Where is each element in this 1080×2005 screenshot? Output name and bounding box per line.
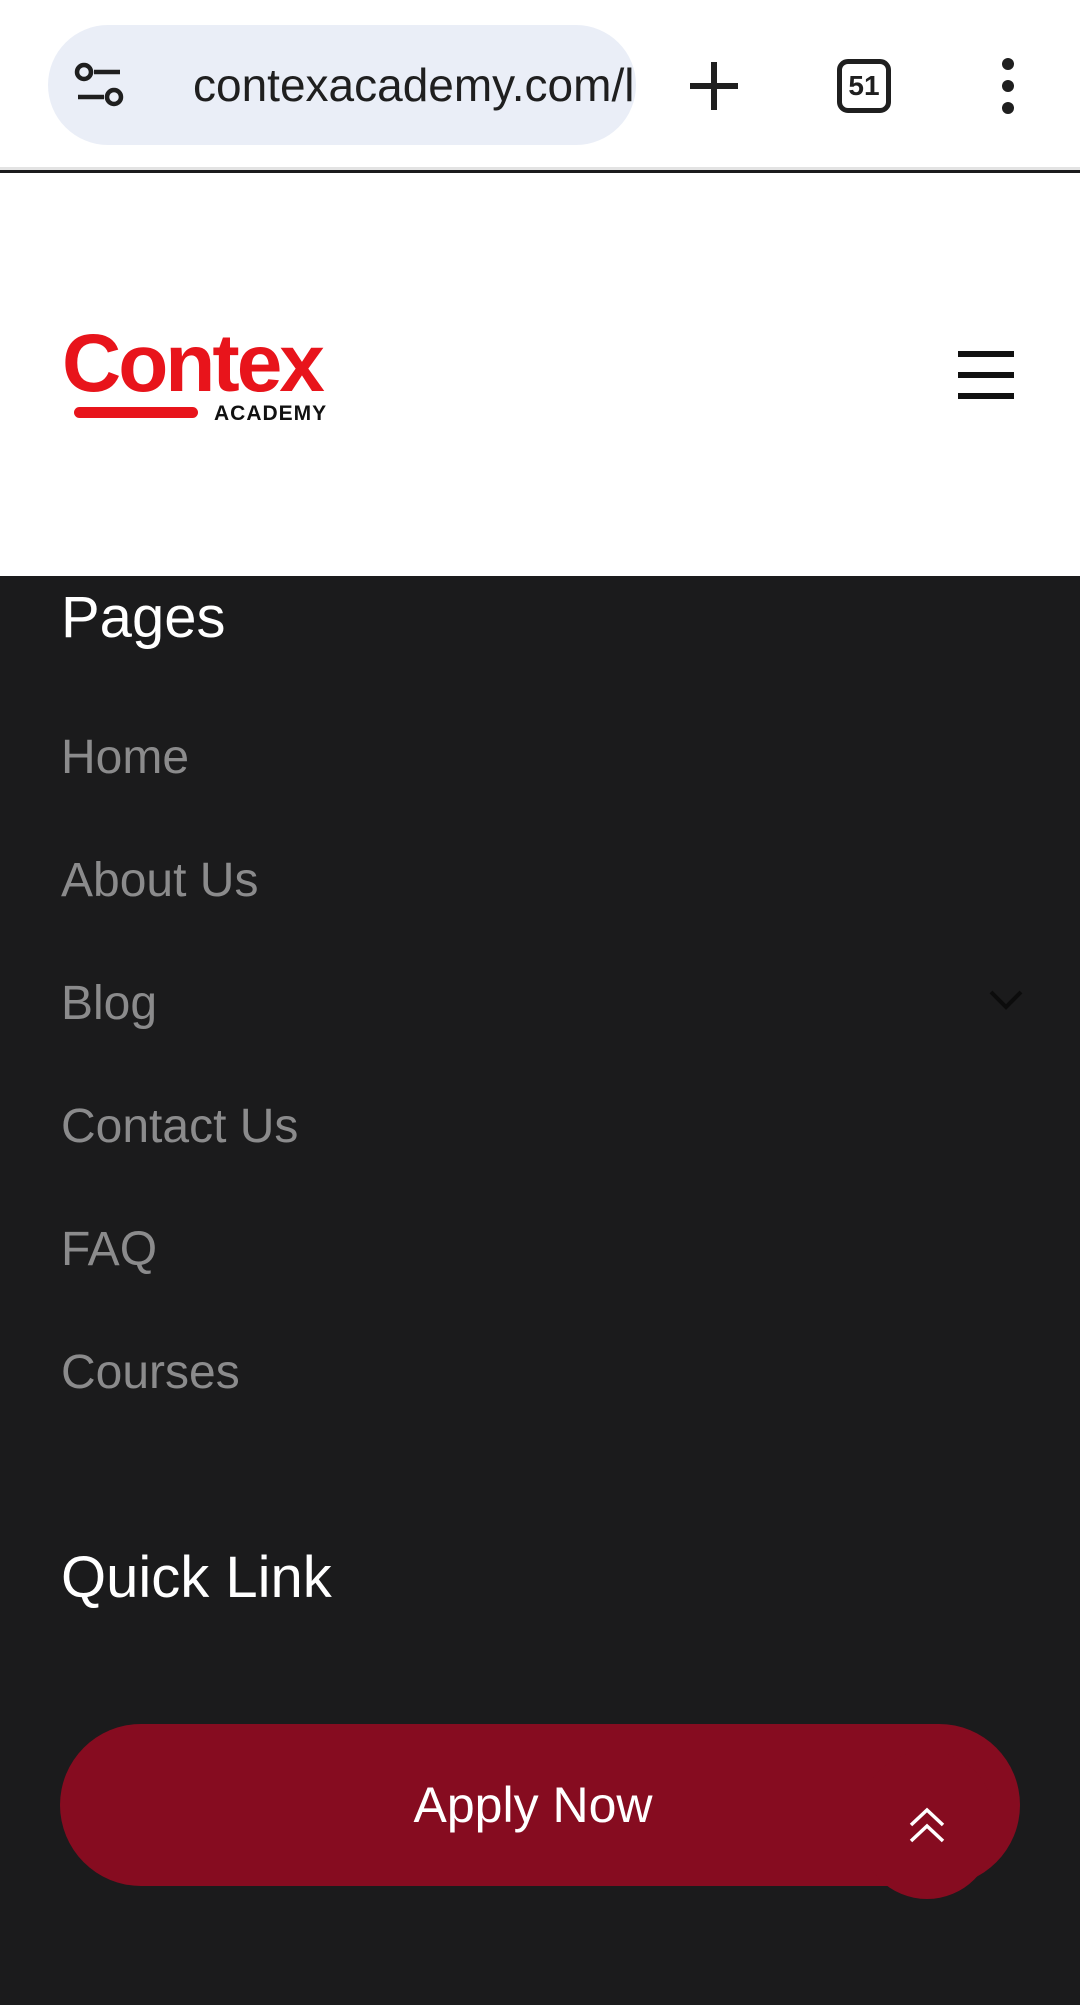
svg-text:Contex: Contex <box>62 321 324 409</box>
contex-academy-logo[interactable]: Contex ACADEMY <box>62 321 342 441</box>
nav-item-home[interactable]: Home <box>0 696 1080 819</box>
nav-item-contact-us[interactable]: Contact Us <box>0 1065 1080 1188</box>
double-chevron-up-icon <box>909 1807 945 1843</box>
nav-item-courses[interactable]: Courses <box>0 1311 1080 1434</box>
nav-item-blog[interactable]: Blog <box>0 942 1080 1065</box>
new-tab-icon[interactable] <box>688 60 740 112</box>
nav-item-label[interactable]: Home <box>61 730 189 785</box>
more-vert-icon[interactable] <box>996 58 1020 114</box>
pages-nav-list: Home About Us Blog Contact Us FAQ Course… <box>0 696 1080 1434</box>
pages-heading: Pages <box>61 585 226 650</box>
nav-item-label[interactable]: Courses <box>61 1345 240 1400</box>
tab-switcher-button[interactable]: 51 <box>837 59 891 113</box>
scroll-to-top-button[interactable] <box>860 1751 994 1899</box>
nav-item-label[interactable]: FAQ <box>61 1222 157 1277</box>
nav-item-label[interactable]: Blog <box>61 976 157 1031</box>
site-settings-icon[interactable] <box>74 61 124 109</box>
nav-item-label[interactable]: About Us <box>61 853 258 908</box>
nav-item-label[interactable]: Contact Us <box>61 1099 298 1154</box>
hamburger-icon[interactable] <box>958 351 1016 399</box>
chevron-down-icon[interactable] <box>988 988 1024 1012</box>
address-bar[interactable]: contexacademy.com/l <box>48 25 636 145</box>
svg-text:ACADEMY: ACADEMY <box>214 402 327 425</box>
browser-toolbar: contexacademy.com/l 51 <box>0 0 1080 170</box>
url-text[interactable]: contexacademy.com/l <box>193 25 636 145</box>
nav-item-faq[interactable]: FAQ <box>0 1188 1080 1311</box>
site-header: Contex ACADEMY <box>0 173 1080 576</box>
quick-link-heading: Quick Link <box>61 1545 332 1610</box>
nav-item-about-us[interactable]: About Us <box>0 819 1080 942</box>
mobile-menu-panel: Pages Home About Us Blog Contact Us FAQ … <box>0 576 1080 2005</box>
